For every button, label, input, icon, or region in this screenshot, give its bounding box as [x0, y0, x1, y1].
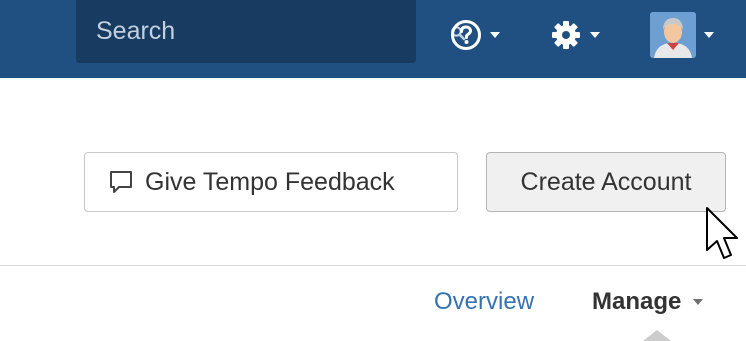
give-feedback-label: Give Tempo Feedback — [145, 167, 395, 196]
settings-menu-button[interactable] — [550, 14, 616, 56]
create-account-button[interactable]: Create Account — [486, 152, 726, 212]
tab-manage-label: Manage — [592, 288, 682, 315]
top-navigation-bar — [0, 0, 746, 78]
create-account-label: Create Account — [520, 167, 692, 196]
help-icon — [451, 20, 481, 50]
give-feedback-button[interactable]: Give Tempo Feedback — [84, 152, 458, 212]
search-input[interactable] — [76, 0, 376, 63]
search-box[interactable] — [76, 0, 466, 63]
user-menu-button[interactable] — [650, 12, 740, 58]
help-menu-button[interactable] — [450, 14, 516, 56]
chevron-down-icon — [693, 299, 704, 305]
tab-manage[interactable]: Manage — [592, 288, 704, 316]
active-tab-indicator — [643, 330, 671, 341]
gear-icon — [552, 21, 580, 49]
divider — [0, 265, 746, 266]
mouse-cursor-icon — [706, 207, 738, 259]
tab-overview[interactable]: Overview — [434, 288, 534, 316]
chevron-down-icon — [490, 32, 500, 38]
speech-bubble-icon — [110, 171, 132, 193]
avatar — [650, 12, 696, 58]
chevron-down-icon — [704, 32, 714, 38]
chevron-down-icon — [590, 32, 600, 38]
